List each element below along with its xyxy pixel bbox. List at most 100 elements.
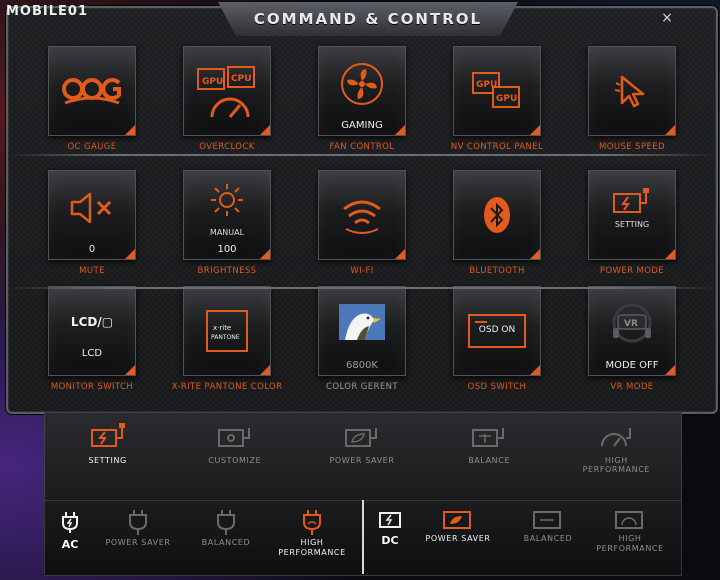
power-mode-label: SETTING xyxy=(88,456,127,465)
power-mode-label: CUSTOMIZE xyxy=(208,456,262,465)
svg-text:x·rite: x·rite xyxy=(213,324,231,332)
svg-text:GPU: GPU xyxy=(202,77,223,87)
xrite-pantone-button[interactable]: x·rite PANTONE xyxy=(183,286,271,376)
power-mode-label: POWER SAVER xyxy=(329,456,395,465)
fan-mode-value: GAMING xyxy=(341,120,383,131)
plug-balance-icon xyxy=(217,510,235,535)
tile-label: VR MODE xyxy=(610,382,654,392)
oc-gauge-button[interactable] xyxy=(48,46,136,136)
battery-balance-icon xyxy=(533,511,561,529)
ac-label: AC xyxy=(61,538,79,551)
color-gerent-button[interactable]: 6800K xyxy=(318,286,406,376)
lcd-monitor-icon: LCD/▢ xyxy=(70,315,114,329)
tile-overclock: GPU CPU OVERCLOCK xyxy=(167,36,287,160)
tile-corner-marker xyxy=(530,125,540,135)
overclock-button[interactable]: GPU CPU xyxy=(183,46,271,136)
brightness-mode: MANUAL xyxy=(209,228,245,237)
mode-label: HIGH PERFORMANCE xyxy=(278,538,346,557)
dc-high-performance[interactable]: HIGH PERFORMANCE xyxy=(580,508,680,554)
power-mode-button[interactable]: SETTING xyxy=(588,170,676,260)
mode-label: POWER SAVER xyxy=(105,538,171,547)
tile-label: FAN CONTROL xyxy=(329,142,395,152)
mouse-speed-button[interactable] xyxy=(588,46,676,136)
fan-control-button[interactable]: GAMING xyxy=(318,46,406,136)
power-mode-setting[interactable]: SETTING xyxy=(48,422,168,474)
dc-power-saver[interactable]: POWER SAVER xyxy=(408,508,508,544)
tile-oc-gauge: OC GAUGE xyxy=(32,36,152,160)
tile-label: POWER MODE xyxy=(599,266,665,276)
tile-monitor-switch: LCD/▢ LCD MONITOR SWITCH xyxy=(32,276,152,400)
dc-battery-icon xyxy=(379,512,401,528)
tile-fan-control: GAMING FAN CONTROL xyxy=(302,36,422,160)
tile-mute: 0 MUTE xyxy=(32,160,152,284)
mode-label: POWER SAVER xyxy=(425,534,491,543)
dc-header: DC xyxy=(370,510,410,547)
tile-label: MUTE xyxy=(79,266,105,276)
tile-label: BRIGHTNESS xyxy=(197,266,257,276)
wifi-button[interactable] xyxy=(318,170,406,260)
row-divider xyxy=(8,154,716,156)
tile-color-gerent: 6800K COLOR GERENT xyxy=(302,276,422,400)
close-button[interactable]: × xyxy=(658,10,676,26)
tile-row-2: 0 MUTE MANUAL 100 BRIGHTNESS WI-FI BLUET… xyxy=(32,160,692,284)
oc-gauge-icon xyxy=(62,78,121,105)
tile-wifi: WI-FI xyxy=(302,160,422,284)
osd-switch-button[interactable]: OSD ON xyxy=(453,286,541,376)
power-mode-label: BALANCE xyxy=(468,456,511,465)
ac-header: AC xyxy=(50,510,90,551)
tile-label: NV CONTROL PANEL xyxy=(450,142,544,152)
mute-button[interactable]: 0 xyxy=(48,170,136,260)
eagle-image-icon xyxy=(339,304,385,340)
tile-label: COLOR GERENT xyxy=(326,382,398,392)
tile-corner-marker xyxy=(665,125,675,135)
battery-leaf-icon xyxy=(443,511,471,529)
fan-icon xyxy=(341,63,383,105)
tile-corner-marker xyxy=(665,365,675,375)
plug-leaf-icon xyxy=(129,510,147,535)
ac-balanced[interactable]: BALANCED xyxy=(176,508,276,548)
osd-state: OSD ON xyxy=(478,325,516,335)
bluetooth-button[interactable] xyxy=(453,170,541,260)
svg-text:PANTONE: PANTONE xyxy=(211,334,240,341)
tile-corner-marker xyxy=(125,365,135,375)
title-plate: COMMAND & CONTROL xyxy=(218,2,518,36)
tile-nv-control-panel: GPU GPU NV CONTROL PANEL xyxy=(437,36,557,160)
brightness-button[interactable]: MANUAL 100 xyxy=(183,170,271,260)
power-mode-balance[interactable]: BALANCE xyxy=(429,422,549,474)
command-control-window: COMMAND & CONTROL × OC GAUGE GPU CPU OVE… xyxy=(6,2,718,414)
tile-label: OSD SWITCH xyxy=(467,382,527,392)
tile-osd-switch: OSD ON OSD SWITCH xyxy=(437,276,557,400)
monitor-switch-button[interactable]: LCD/▢ LCD xyxy=(48,286,136,376)
row-divider xyxy=(8,287,716,289)
power-mode-high-performance[interactable]: HIGH PERFORMANCE xyxy=(556,422,676,474)
nv-control-panel-button[interactable]: GPU GPU xyxy=(453,46,541,136)
ac-high-performance[interactable]: HIGH PERFORMANCE xyxy=(262,508,362,558)
mode-label: BALANCED xyxy=(523,534,573,543)
tile-corner-marker xyxy=(125,249,135,259)
battery-plug-icon xyxy=(613,188,649,213)
power-mode-customize[interactable]: CUSTOMIZE xyxy=(175,422,295,474)
volume-value: 0 xyxy=(88,244,96,255)
vr-mode-value: MODE OFF xyxy=(605,360,659,371)
battery-speed-icon xyxy=(615,511,643,529)
tile-xrite-pantone: x·rite PANTONE X-RITE PANTONE COLOR xyxy=(167,276,287,400)
tile-corner-marker xyxy=(395,249,405,259)
battery-plug-icon xyxy=(90,423,125,447)
gpu-cpu-icon: GPU CPU xyxy=(197,66,255,118)
speaker-mute-icon xyxy=(70,192,112,224)
plug-speed-icon xyxy=(303,510,321,535)
power-mode-state: SETTING xyxy=(614,220,650,229)
tile-corner-marker xyxy=(125,125,135,135)
watermark-logo: MOBILE01 xyxy=(6,4,88,19)
tile-label: OVERCLOCK xyxy=(199,142,255,152)
battery-balance-icon xyxy=(472,428,505,447)
battery-gear-icon xyxy=(217,428,250,447)
brightness-value: 100 xyxy=(217,244,237,255)
tile-bluetooth: BLUETOOTH xyxy=(437,160,557,284)
ac-power-saver[interactable]: POWER SAVER xyxy=(88,508,188,548)
ac-dc-divider xyxy=(362,500,364,574)
svg-text:GPU: GPU xyxy=(496,94,517,104)
vr-mode-button[interactable]: VR MODE OFF xyxy=(588,286,676,376)
power-mode-power-saver[interactable]: POWER SAVER xyxy=(302,422,422,474)
battery-speed-icon xyxy=(601,428,632,447)
